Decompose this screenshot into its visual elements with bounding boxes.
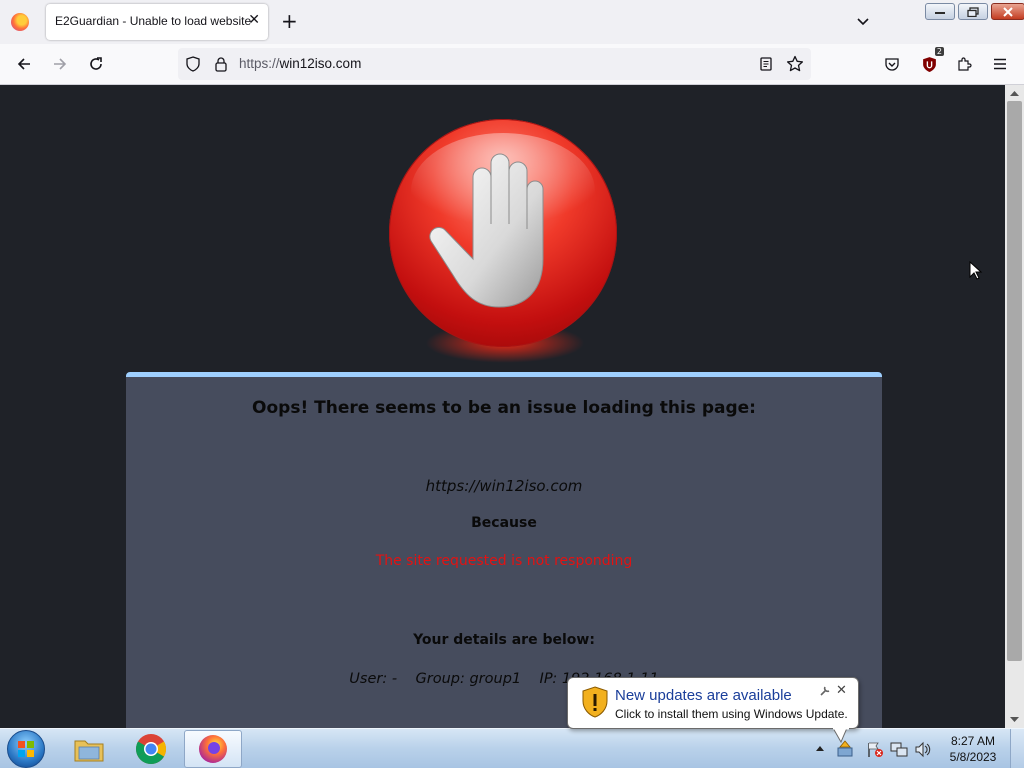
- windows-update-notification[interactable]: New updates are available Click to insta…: [567, 677, 859, 729]
- list-all-tabs-icon[interactable]: [856, 12, 870, 31]
- mouse-cursor-icon: [969, 261, 983, 280]
- tab-title: E2Guardian - Unable to load website: [55, 14, 252, 28]
- scroll-down-arrow-icon[interactable]: [1005, 712, 1024, 726]
- notification-text[interactable]: Click to install them using Windows Upda…: [615, 707, 848, 721]
- forward-arrow-icon[interactable]: [50, 54, 70, 74]
- error-panel: Oops! There seems to be an issue loading…: [126, 372, 882, 728]
- notification-close-button[interactable]: ✕: [836, 683, 847, 698]
- firefox-menu-icon[interactable]: [11, 13, 29, 31]
- url-scheme: https://: [239, 56, 280, 71]
- minimize-button[interactable]: [925, 3, 955, 20]
- pocket-icon[interactable]: [882, 54, 902, 74]
- taskbar-firefox[interactable]: [184, 730, 242, 768]
- volume-speaker-icon[interactable]: [914, 741, 932, 758]
- close-window-button[interactable]: [991, 3, 1024, 20]
- warning-shield-icon: [582, 686, 608, 718]
- windows-logo-icon: [18, 741, 34, 757]
- lock-icon[interactable]: [211, 54, 231, 74]
- firefox-icon: [199, 735, 227, 763]
- restore-button[interactable]: [958, 3, 988, 20]
- window-controls: [925, 3, 1024, 21]
- notification-pointer: [833, 728, 849, 744]
- url-text[interactable]: https://win12iso.com: [239, 56, 361, 71]
- tracking-protection-shield-icon[interactable]: [183, 54, 203, 74]
- reader-view-icon[interactable]: [756, 54, 776, 74]
- web-page-content: Oops! There seems to be an issue loading…: [0, 85, 1005, 728]
- clock-date: 5/8/2023: [949, 750, 997, 764]
- blocked-url: https://win12iso.com: [425, 477, 583, 495]
- new-tab-button[interactable]: +: [281, 10, 298, 32]
- tab-strip: E2Guardian - Unable to load website ✕ +: [0, 0, 1024, 44]
- block-reason: The site requested is not responding: [375, 553, 633, 569]
- url-host: win12iso.com: [279, 56, 362, 71]
- show-desktop-button[interactable]: [1010, 729, 1024, 768]
- url-bar[interactable]: https://win12iso.com: [178, 48, 811, 80]
- taskbar-chrome[interactable]: [122, 730, 180, 768]
- folder-icon: [74, 740, 104, 762]
- page-scrollbar[interactable]: [1005, 85, 1024, 728]
- navigation-toolbar: https://win12iso.com 2: [0, 44, 1024, 85]
- scrollbar-thumb[interactable]: [1007, 101, 1022, 661]
- tab-close-button[interactable]: ✕: [248, 12, 260, 28]
- stop-hand-icon: [389, 119, 617, 347]
- start-button[interactable]: [7, 730, 45, 768]
- extensions-puzzle-icon[interactable]: [954, 54, 974, 74]
- reload-icon[interactable]: [86, 54, 106, 74]
- network-icon[interactable]: [890, 741, 908, 758]
- system-clock[interactable]: 8:27 AM 5/8/2023: [945, 733, 1001, 765]
- action-center-flag-icon[interactable]: [866, 741, 884, 758]
- notification-title[interactable]: New updates are available: [615, 687, 792, 704]
- clock-time: 8:27 AM: [950, 734, 996, 748]
- details-heading: Your details are below:: [413, 632, 595, 648]
- ublock-origin-icon[interactable]: 2: [919, 47, 944, 74]
- scroll-up-arrow-icon[interactable]: [1005, 87, 1024, 101]
- because-label: Because: [471, 515, 537, 531]
- taskbar: 8:27 AM 5/8/2023: [0, 728, 1024, 768]
- extension-badge-count: 2: [934, 47, 944, 56]
- error-heading: Oops! There seems to be an issue loading…: [252, 398, 756, 418]
- back-arrow-icon[interactable]: [14, 54, 34, 74]
- chrome-icon: [135, 734, 167, 765]
- hamburger-menu-icon[interactable]: [990, 54, 1010, 74]
- tab-e2guardian[interactable]: E2Guardian - Unable to load website ✕: [46, 4, 268, 40]
- notification-options-wrench-icon[interactable]: [819, 685, 831, 697]
- show-hidden-icons-arrow-icon[interactable]: [815, 744, 825, 752]
- taskbar-file-explorer[interactable]: [60, 730, 118, 768]
- bookmark-star-icon[interactable]: [785, 54, 805, 74]
